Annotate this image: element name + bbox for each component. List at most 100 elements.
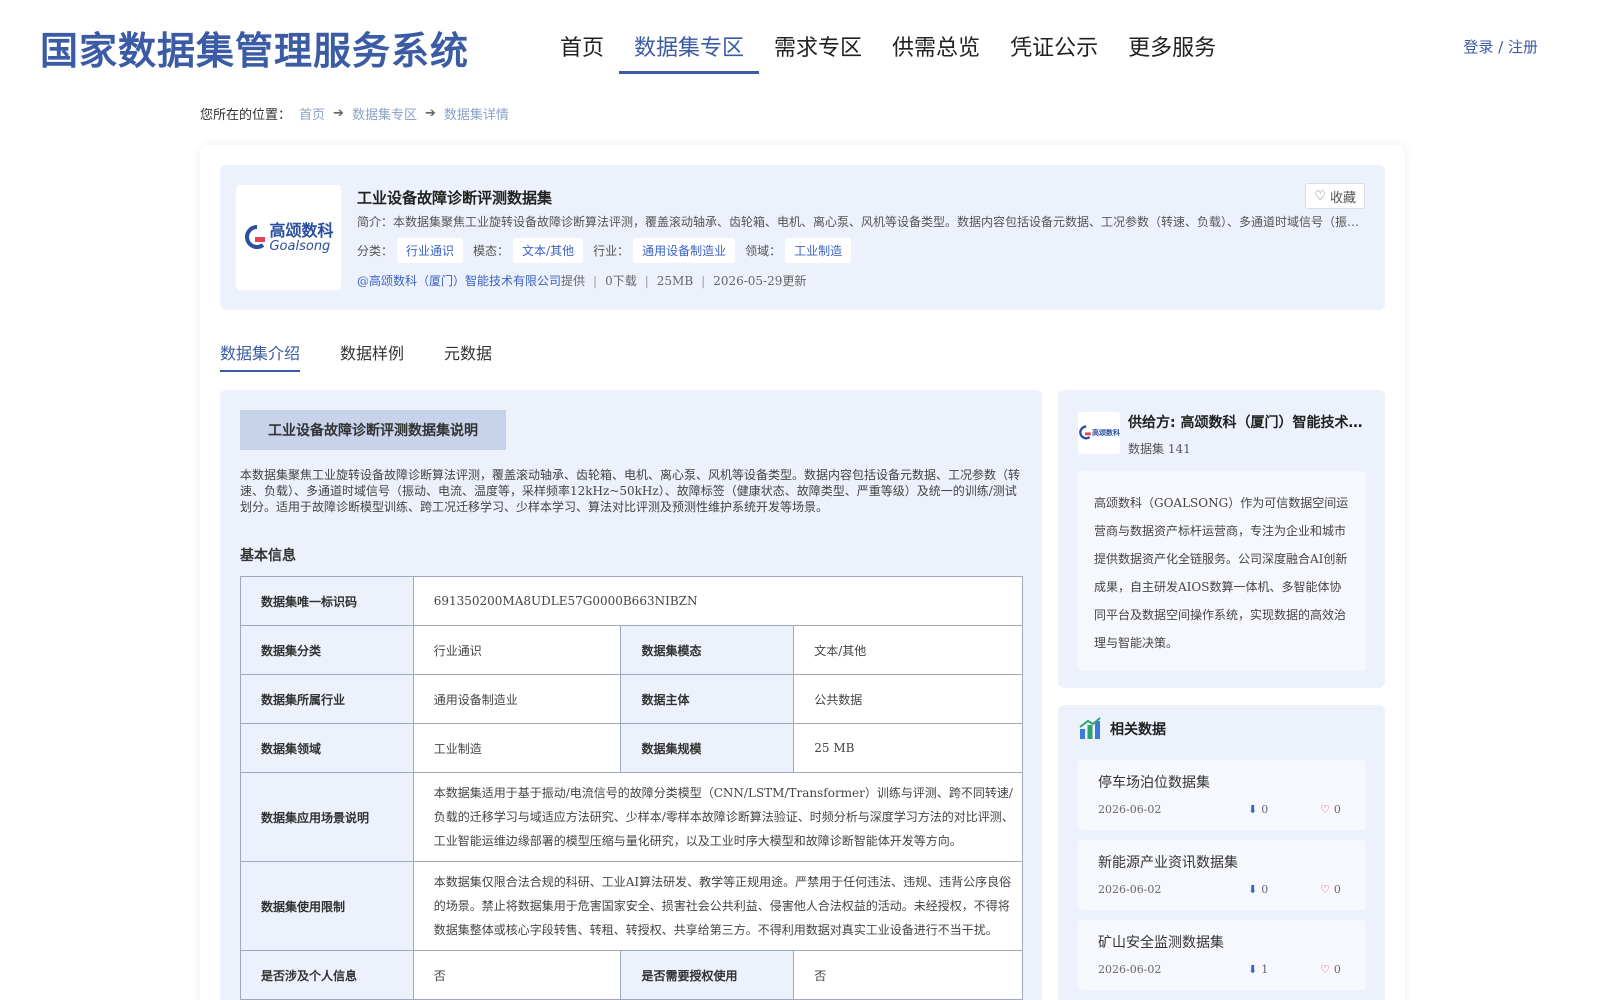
nav-item-credentials[interactable]: 凭证公示 bbox=[995, 26, 1113, 72]
tab-introduction[interactable]: 数据集介绍 bbox=[220, 340, 301, 372]
related-item[interactable]: 新能源产业资讯数据集 2026-06-02 ⬇ 0 ♡ 0 bbox=[1078, 840, 1366, 910]
table-value: 本数据集仅限合法合规的科研、工业AI算法研发、教学等正规用途。严禁用于任何违法、… bbox=[412, 861, 1024, 951]
related-item-date: 2026-06-02 bbox=[1098, 963, 1162, 976]
related-item-name: 新能源产业资讯数据集 bbox=[1098, 855, 1238, 871]
breadcrumb-datasets[interactable]: 数据集专区 bbox=[352, 104, 417, 123]
provider-card: 高颂数科 供给方: 高颂数科（厦门）智能技术有限公司 数据集 141 高颂数科（… bbox=[1058, 390, 1385, 688]
like-count: 0 bbox=[1333, 963, 1341, 976]
related-item-downloads: ⬇ 1 bbox=[1248, 963, 1268, 976]
updated-date: 2026-05-29更新 bbox=[713, 274, 807, 288]
table-value: 公共数据 bbox=[793, 674, 1023, 724]
breadcrumb-detail[interactable]: 数据集详情 bbox=[444, 104, 509, 123]
dataset-intro: 简介：本数据集聚焦工业旋转设备故障诊断算法评测，覆盖滚动轴承、齿轮箱、电机、离心… bbox=[357, 215, 1367, 229]
table-value: 25 MB bbox=[793, 723, 1023, 773]
breadcrumb-lead: 您所在的位置： bbox=[200, 108, 292, 123]
bar-chart-icon bbox=[1079, 717, 1101, 739]
nav-item-more[interactable]: 更多服务 bbox=[1113, 26, 1231, 72]
related-item-date: 2026-06-02 bbox=[1098, 883, 1162, 896]
tab-samples[interactable]: 数据样例 bbox=[340, 340, 404, 372]
industry-label: 行业： bbox=[593, 244, 630, 258]
provider-avatar[interactable]: 高颂数科 bbox=[1078, 412, 1120, 454]
table-key: 数据集领域 bbox=[240, 723, 414, 773]
table-row: 数据集使用限制 本数据集仅限合法合规的科研、工业AI算法研发、教学等正规用途。严… bbox=[240, 861, 1024, 951]
arrow-right-icon: ➔ bbox=[424, 106, 436, 121]
industry-tag[interactable]: 通用设备制造业 bbox=[633, 238, 736, 263]
table-value: 行业通识 bbox=[412, 625, 622, 675]
main-nav: 首页 数据集专区 需求专区 供需总览 凭证公示 更多服务 bbox=[545, 26, 1231, 74]
table-value: 否 bbox=[793, 950, 1023, 1000]
table-value: 否 bbox=[412, 950, 622, 1000]
goalsong-logo-icon bbox=[245, 224, 266, 249]
table-key: 数据集模态 bbox=[620, 625, 795, 675]
dataset-size: 25MB bbox=[656, 273, 694, 288]
related-item-name: 停车场泊位数据集 bbox=[1098, 775, 1210, 791]
meta-separator: | bbox=[701, 273, 706, 288]
download-count: 0下载 bbox=[605, 274, 637, 288]
main-card: 高颂数科 Goalsong 工业设备故障诊断评测数据集 ♡ 收藏 简介：本数据集… bbox=[200, 145, 1405, 1000]
related-header: 相关数据 bbox=[1078, 717, 1166, 741]
provided-text: 提供 bbox=[561, 274, 586, 288]
modality-tag[interactable]: 文本/其他 bbox=[513, 238, 584, 263]
table-row: 数据集应用场景说明 本数据集适用于基于振动/电流信号的故障分类模型（CNN/LS… bbox=[240, 772, 1024, 862]
meta-separator: | bbox=[644, 273, 649, 288]
dataset-tags: 分类： 行业通识 模态： 文本/其他 行业： 通用设备制造业 领域： 工业制造 bbox=[357, 238, 861, 263]
download-icon: ⬇ bbox=[1248, 803, 1258, 816]
favorite-label: 收藏 bbox=[1329, 190, 1356, 206]
category-tag[interactable]: 行业通识 bbox=[397, 238, 464, 263]
table-row: 数据集领域 工业制造 数据集规模 25 MB bbox=[240, 723, 1023, 773]
download-count: 0 bbox=[1261, 803, 1269, 816]
category-label: 分类： bbox=[357, 244, 394, 258]
logo-text-en: Goalsong bbox=[269, 238, 331, 254]
related-item-date: 2026-06-02 bbox=[1098, 803, 1162, 816]
download-icon: ⬇ bbox=[1248, 963, 1258, 976]
table-key: 数据集应用场景说明 bbox=[240, 772, 414, 862]
download-icon: ⬇ bbox=[1248, 883, 1258, 896]
table-key: 数据集使用限制 bbox=[240, 861, 414, 951]
table-value: 本数据集适用于基于振动/电流信号的故障分类模型（CNN/LSTM/Transfo… bbox=[412, 772, 1024, 862]
heart-icon: ♡ bbox=[1320, 883, 1330, 896]
nav-item-home[interactable]: 首页 bbox=[545, 26, 619, 72]
provider-avatar-text: 高颂数科 bbox=[1092, 429, 1120, 437]
site-title[interactable]: 国家数据集管理服务系统 bbox=[40, 20, 469, 75]
table-key: 数据集规模 bbox=[620, 723, 795, 773]
breadcrumb-home[interactable]: 首页 bbox=[299, 104, 325, 123]
logo-text-cn: 高颂数科 bbox=[269, 220, 334, 240]
table-value: 691350200MA8UDLE57G0000B663NIBZN bbox=[412, 576, 1024, 626]
nav-item-datasets[interactable]: 数据集专区 bbox=[619, 26, 760, 74]
nav-item-demands[interactable]: 需求专区 bbox=[759, 26, 877, 72]
heart-icon: ♡ bbox=[1320, 963, 1330, 976]
favorite-button[interactable]: ♡ 收藏 bbox=[1305, 183, 1365, 209]
table-row: 是否涉及个人信息 否 是否需要授权使用 否 bbox=[240, 950, 1023, 1000]
related-data-card: 相关数据 停车场泊位数据集 2026-06-02 ⬇ 0 ♡ 0 新能源产业资讯数据… bbox=[1058, 705, 1385, 1000]
table-key: 数据主体 bbox=[620, 674, 795, 724]
provider-logo: 高颂数科 Goalsong bbox=[236, 185, 341, 290]
related-item[interactable]: 停车场泊位数据集 2026-06-02 ⬇ 0 ♡ 0 bbox=[1078, 760, 1366, 830]
tab-metadata[interactable]: 元数据 bbox=[444, 340, 492, 372]
breadcrumb: 您所在的位置： 首页 ➔ 数据集专区 ➔ 数据集详情 bbox=[200, 104, 509, 123]
heart-icon: ♡ bbox=[1320, 803, 1330, 816]
table-key: 数据集唯一标识码 bbox=[240, 576, 414, 626]
table-value: 文本/其他 bbox=[793, 625, 1023, 675]
domain-tag[interactable]: 工业制造 bbox=[785, 238, 852, 263]
table-key: 是否需要授权使用 bbox=[620, 950, 795, 1000]
provider-dataset-count: 数据集 141 bbox=[1128, 442, 1191, 456]
table-value: 通用设备制造业 bbox=[412, 674, 622, 724]
like-count: 0 bbox=[1333, 803, 1341, 816]
basic-info-table: 数据集唯一标识码 691350200MA8UDLE57G0000B663NIBZ… bbox=[240, 576, 1024, 1000]
goalsong-logo-icon bbox=[1079, 425, 1091, 440]
table-key: 是否涉及个人信息 bbox=[240, 950, 414, 1000]
related-item-likes: ♡ 0 bbox=[1320, 803, 1341, 816]
related-item-downloads: ⬇ 0 bbox=[1248, 803, 1268, 816]
heart-icon: ♡ bbox=[1314, 188, 1326, 204]
login-register-link[interactable]: 登录 / 注册 bbox=[1463, 36, 1538, 57]
provider-link[interactable]: @高颂数科（厦门）智能技术有限公司 bbox=[357, 272, 561, 289]
nav-item-overview[interactable]: 供需总览 bbox=[877, 26, 995, 72]
table-row: 数据集分类 行业通识 数据集模态 文本/其他 bbox=[240, 625, 1023, 675]
provider-name[interactable]: 供给方: 高颂数科（厦门）智能技术有限公司 bbox=[1128, 412, 1368, 432]
related-item-name: 矿山安全监测数据集 bbox=[1098, 935, 1224, 951]
related-item[interactable]: 矿山安全监测数据集 2026-06-02 ⬇ 1 ♡ 0 bbox=[1078, 920, 1366, 990]
dataset-title: 工业设备故障诊断评测数据集 bbox=[357, 189, 553, 207]
basic-info-title: 基本信息 bbox=[240, 548, 296, 564]
download-count: 1 bbox=[1261, 963, 1269, 976]
table-row: 数据集所属行业 通用设备制造业 数据主体 公共数据 bbox=[240, 674, 1023, 724]
